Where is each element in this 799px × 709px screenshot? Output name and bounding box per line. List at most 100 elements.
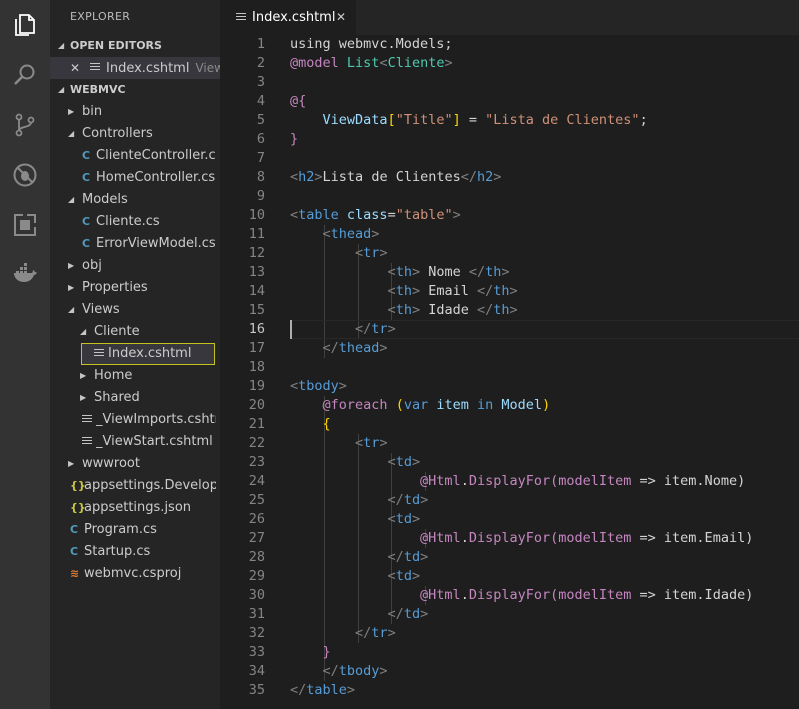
tree-file[interactable]: ≋ webmvc.csproj xyxy=(50,563,220,585)
chevron-down-icon: ◢ xyxy=(68,305,75,314)
tree-file[interactable]: C ClienteController.cs xyxy=(50,145,220,167)
code-line[interactable]: 4 @{ xyxy=(220,92,799,111)
tree-folder[interactable]: ◢ Controllers xyxy=(50,123,220,145)
code-line[interactable]: 5 ViewData["Title"] = "Lista de Clientes… xyxy=(220,111,799,130)
tree-item-label: Program.cs xyxy=(84,522,157,537)
line-number: 25 xyxy=(248,492,265,508)
tree-folder[interactable]: ◢ Cliente xyxy=(50,321,220,343)
code-line[interactable]: 10 <table class="table"> xyxy=(220,206,799,225)
extensions-icon[interactable] xyxy=(0,200,50,250)
code-line[interactable]: 34 </tbody> xyxy=(220,662,799,681)
tree-item-label: wwwroot xyxy=(82,456,140,471)
tree-item-label: Startup.cs xyxy=(84,544,151,559)
code-line[interactable]: 23 <td> xyxy=(220,453,799,472)
debug-icon[interactable] xyxy=(0,150,50,200)
tree-file[interactable]: C Startup.cs xyxy=(50,541,220,563)
open-editor-item[interactable]: ✕ Index.cshtml Views\Cliente xyxy=(50,57,220,79)
code-line[interactable]: 17 </thead> xyxy=(220,339,799,358)
tree-folder[interactable]: ◢ Models xyxy=(50,189,220,211)
code-line[interactable]: 19 <tbody> xyxy=(220,377,799,396)
tree-file[interactable]: _ViewImports.cshtml xyxy=(50,409,220,431)
tree-folder[interactable]: ▶ Properties xyxy=(50,277,220,299)
code-line[interactable]: 30 @Html.DisplayFor(modelItem => item.Id… xyxy=(220,586,799,605)
tree-file[interactable]: {}appsettings.Development.json xyxy=(50,475,220,497)
code-text: </td> xyxy=(387,549,429,565)
project-file-icon: ≋ xyxy=(70,567,80,580)
line-number: 4 xyxy=(256,93,265,109)
tree-file[interactable]: Index.cshtml xyxy=(81,343,215,365)
code-editor[interactable]: 1 using webmvc.Models; 2 @model List<Client… xyxy=(220,35,799,709)
code-line[interactable]: 7 xyxy=(220,149,799,168)
explorer-icon[interactable] xyxy=(0,0,50,50)
code-line[interactable]: 22 <tr> xyxy=(220,434,799,453)
tree-file[interactable]: C ErrorViewModel.cs xyxy=(50,233,220,255)
tree-folder[interactable]: ▶ bin xyxy=(50,101,220,123)
code-line[interactable]: 12 <tr> xyxy=(220,244,799,263)
line-number: 24 xyxy=(248,473,265,489)
code-line[interactable]: 2 @model List<Cliente> xyxy=(220,54,799,73)
file-lines-icon xyxy=(236,13,246,22)
code-line[interactable]: 3 xyxy=(220,73,799,92)
line-number: 1 xyxy=(256,36,265,52)
tab-index-cshtml[interactable]: Index.cshtml ✕ xyxy=(220,0,356,35)
source-control-icon[interactable] xyxy=(0,100,50,150)
line-number: 2 xyxy=(256,55,265,71)
code-text: </tr> xyxy=(355,321,396,337)
code-text: <thead> xyxy=(322,226,380,242)
code-line[interactable]: 15 <th> Idade </th> xyxy=(220,301,799,320)
docker-icon[interactable] xyxy=(0,250,50,300)
project-section-header[interactable]: ◢ WEBMVC xyxy=(50,79,220,101)
code-line[interactable]: 11 <thead> xyxy=(220,225,799,244)
tree-item-label: HomeController.cs xyxy=(96,170,216,185)
code-line[interactable]: 25 </td> xyxy=(220,491,799,510)
code-line[interactable]: 32 </tr> xyxy=(220,624,799,643)
tree-file[interactable]: C Cliente.cs xyxy=(50,211,220,233)
code-line[interactable]: 18 xyxy=(220,358,799,377)
code-line[interactable]: 20 @foreach (var item in Model) xyxy=(220,396,799,415)
code-line[interactable]: 16 </tr> xyxy=(220,320,799,339)
code-line[interactable]: 26 <td> xyxy=(220,510,799,529)
tree-file[interactable]: C Program.cs xyxy=(50,519,220,541)
code-line[interactable]: 21 { xyxy=(220,415,799,434)
line-number: 35 xyxy=(248,682,265,698)
code-line[interactable]: 28 </td> xyxy=(220,548,799,567)
search-icon[interactable] xyxy=(0,50,50,100)
open-editors-section-header[interactable]: ◢ OPEN EDITORS xyxy=(50,35,220,57)
tree-folder[interactable]: ▶ wwwroot xyxy=(50,453,220,475)
tree-file[interactable]: {} appsettings.json xyxy=(50,497,220,519)
code-text: <td> xyxy=(387,511,421,527)
open-editors-label: OPEN EDITORS xyxy=(70,39,162,52)
close-icon[interactable]: ✕ xyxy=(70,57,80,79)
code-line[interactable]: 13 <th> Nome </th> xyxy=(220,263,799,282)
code-line[interactable]: 8 <h2>Lista de Clientes</h2> xyxy=(220,168,799,187)
tree-item-label: appsettings.Development.json xyxy=(84,478,216,493)
code-line[interactable]: 1 using webmvc.Models; xyxy=(220,35,799,54)
tree-item-label: Cliente xyxy=(94,324,140,339)
code-line[interactable]: 14 <th> Email </th> xyxy=(220,282,799,301)
code-line[interactable]: 35 </table> xyxy=(220,681,799,700)
code-text: @Html.DisplayFor(modelItem => item.Nome) xyxy=(420,473,746,489)
chevron-down-icon: ◢ xyxy=(58,85,65,94)
code-line[interactable]: 27 @Html.DisplayFor(modelItem => item.Em… xyxy=(220,529,799,548)
close-icon[interactable]: ✕ xyxy=(336,0,346,35)
code-text: </tr> xyxy=(355,625,396,641)
code-line[interactable]: 29 <td> xyxy=(220,567,799,586)
tree-file[interactable]: C HomeController.cs xyxy=(50,167,220,189)
csharp-file-icon: C xyxy=(70,545,79,558)
code-line[interactable]: 33 } xyxy=(220,643,799,662)
tree-folder[interactable]: ▶ Home xyxy=(50,365,220,387)
tree-folder[interactable]: ▶ Shared xyxy=(50,387,220,409)
code-line[interactable]: 24 @Html.DisplayFor(modelItem => item.No… xyxy=(220,472,799,491)
line-number: 19 xyxy=(248,378,265,394)
line-number: 8 xyxy=(256,169,265,185)
code-line[interactable]: 6} xyxy=(220,130,799,149)
code-line[interactable]: 31 </td> xyxy=(220,605,799,624)
code-line[interactable]: 9 xyxy=(220,187,799,206)
tree-folder[interactable]: ◢ Views xyxy=(50,299,220,321)
chevron-right-icon: ▶ xyxy=(80,371,87,380)
chevron-right-icon: ▶ xyxy=(68,283,75,292)
tree-folder[interactable]: ▶ obj xyxy=(50,255,220,277)
code-text: @Html.DisplayFor(modelItem => item.Email… xyxy=(420,530,754,546)
tree-file[interactable]: _ViewStart.cshtml xyxy=(50,431,220,453)
code-text: <tbody> xyxy=(290,378,347,394)
